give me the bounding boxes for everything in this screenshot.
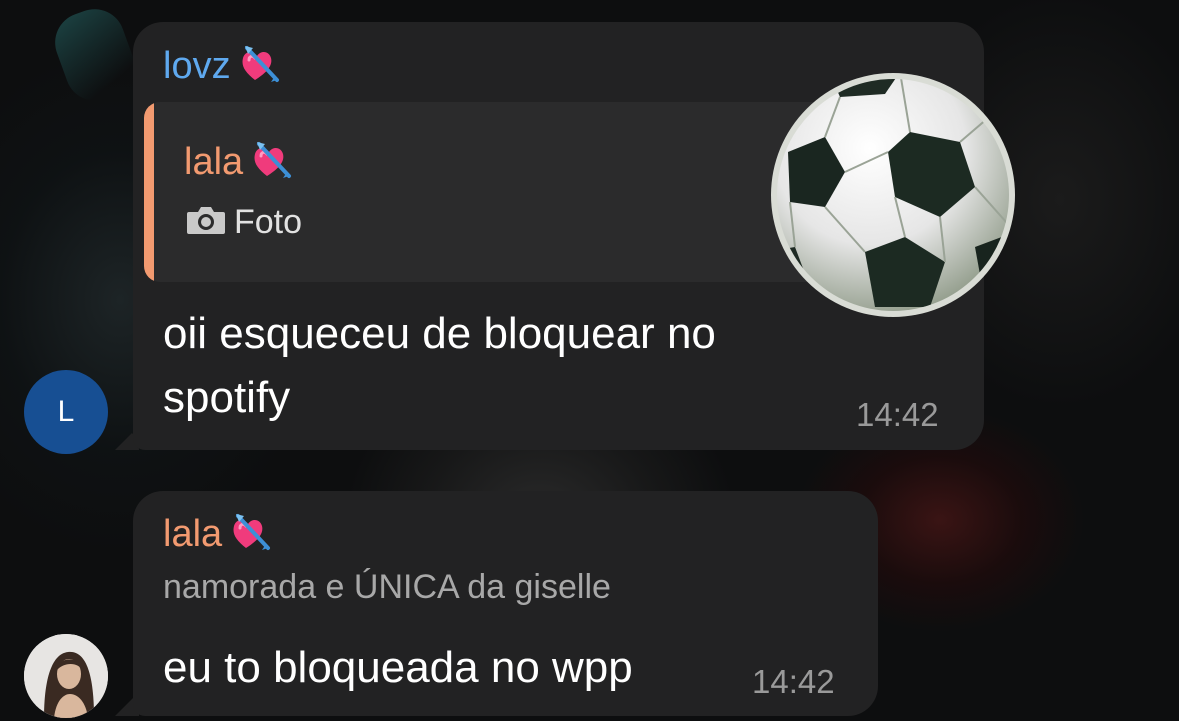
camera-icon — [187, 207, 225, 234]
avatar-letter: L — [57, 395, 75, 428]
reply-sender-name: lala — [184, 138, 295, 184]
profile-photo-icon — [24, 634, 108, 718]
sender-name-text: lala — [163, 513, 223, 555]
reply-media-text: Foto — [234, 203, 303, 241]
avatar[interactable]: L — [24, 370, 108, 454]
sender-name-text: lovz — [163, 45, 231, 87]
heart-with-arrow-icon — [233, 514, 271, 550]
reply-sender-text: lala — [184, 141, 244, 183]
message-time: 14:42 — [856, 396, 939, 433]
heart-with-arrow-icon — [254, 142, 292, 178]
avatar[interactable] — [24, 634, 108, 718]
message-text: eu to bloqueada no wpp — [163, 643, 633, 692]
sender-subtitle: namorada e ÚNICA da giselle — [163, 568, 611, 606]
sender-name[interactable]: lala — [163, 510, 274, 556]
reply-media-label: Foto — [186, 203, 302, 242]
message-time: 14:42 — [752, 663, 835, 700]
reply-quote[interactable]: lala Foto — [144, 102, 844, 282]
heart-with-arrow-icon — [242, 46, 279, 82]
reply-accent-bar — [144, 102, 154, 282]
message-text: oii esqueceu de bloquear no spotify — [163, 309, 716, 422]
soccer-ball-sticker[interactable] — [770, 72, 1016, 318]
sender-name[interactable]: lovz — [163, 42, 283, 88]
